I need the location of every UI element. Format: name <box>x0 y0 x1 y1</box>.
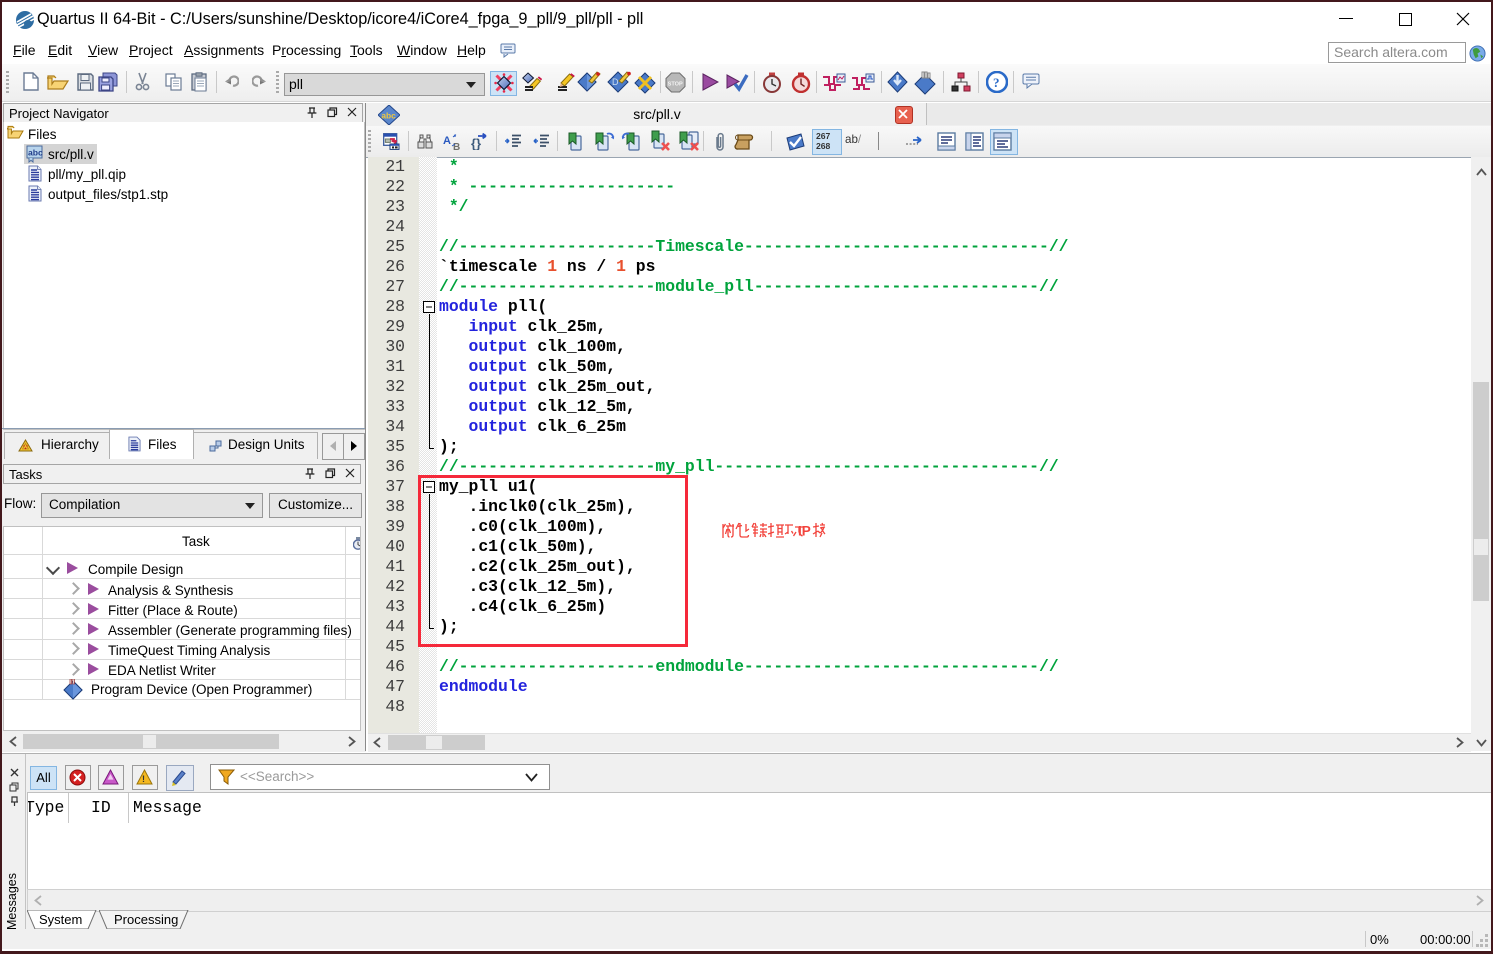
svg-text:B: B <box>453 142 460 150</box>
svg-text:?: ? <box>993 75 1000 90</box>
svg-text:A: A <box>443 135 451 147</box>
svg-text:D: D <box>612 77 619 87</box>
svg-text:IP: IP <box>798 524 811 539</box>
svg-text:abc: abc <box>28 147 43 157</box>
svg-text:STOP: STOP <box>668 81 683 87</box>
svg-text:{}: {} <box>471 136 481 150</box>
svg-text:!: ! <box>142 774 145 784</box>
